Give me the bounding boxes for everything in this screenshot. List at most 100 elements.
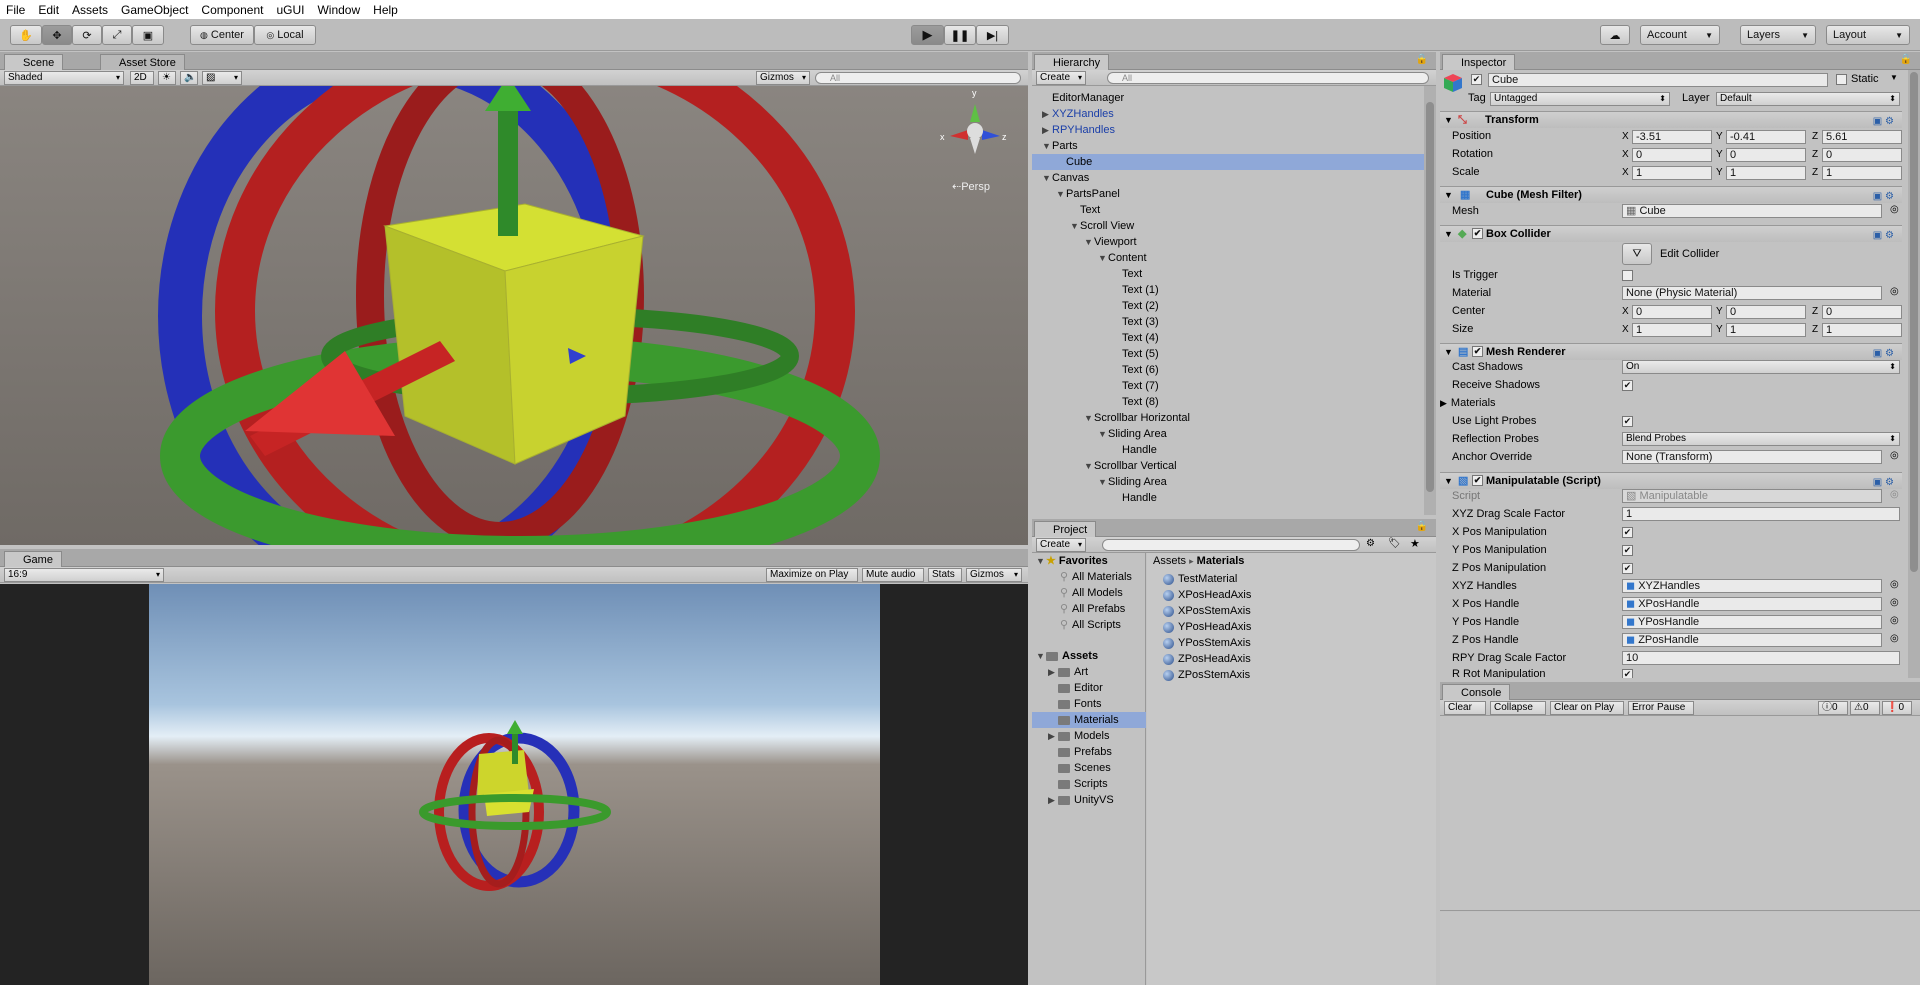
position-y-field[interactable]: -0.41	[1726, 130, 1806, 144]
hierarchy-item[interactable]: ▼Viewport	[1032, 234, 1424, 250]
pause-button[interactable]: ❚❚	[944, 25, 976, 45]
lock-icon[interactable]: 🔒	[1416, 521, 1428, 532]
edit-collider-button[interactable]: ⛛	[1622, 243, 1652, 265]
favorite-item[interactable]: ⚲ All Models	[1032, 585, 1146, 601]
menu-gameobject[interactable]: GameObject	[121, 3, 188, 17]
is-trigger-checkbox[interactable]	[1622, 270, 1633, 281]
foldout-arrow-icon[interactable]: ▼	[1070, 218, 1080, 234]
component-menu-icons[interactable]: ▣ ⚙	[1873, 114, 1894, 130]
size-z-field[interactable]: 1	[1822, 323, 1902, 337]
pivot-local-button[interactable]: ◎ Local	[254, 25, 316, 45]
console-clear-button[interactable]: Clear	[1444, 701, 1486, 715]
project-folder[interactable]: Scripts	[1032, 776, 1146, 792]
material-asset[interactable]: ZPosStemAxis	[1163, 667, 1250, 683]
cloud-button[interactable]: ☁	[1600, 25, 1630, 45]
hierarchy-item[interactable]: ▼Scrollbar Horizontal	[1032, 410, 1424, 426]
tab-console[interactable]: Console	[1442, 684, 1511, 700]
foldout-arrow-icon[interactable]: ▶	[1042, 106, 1052, 122]
position-z-field[interactable]: 5.61	[1822, 130, 1902, 144]
foldout-arrow-icon[interactable]: ▼	[1098, 474, 1108, 490]
scene-gizmos-dropdown[interactable]: Gizmos ▾	[756, 71, 810, 85]
foldout-arrow-icon[interactable]: ▼	[1084, 410, 1094, 426]
hierarchy-item[interactable]: ▶ RPYHandles	[1032, 122, 1424, 138]
scale-z-field[interactable]: 1	[1822, 166, 1902, 180]
inspector-scrollbar[interactable]	[1908, 70, 1920, 678]
object-picker-icon[interactable]: ◎	[1890, 615, 1899, 626]
center-x-field[interactable]: 0	[1632, 305, 1712, 319]
mesh-field[interactable]: ▦ Cube	[1622, 204, 1882, 218]
menu-edit[interactable]: Edit	[38, 3, 59, 17]
box-collider-header[interactable]: ▼ ◆ Box Collider ▣ ⚙	[1440, 225, 1902, 242]
tab-asset-store[interactable]: Asset Store	[100, 54, 185, 70]
breadcrumb-materials[interactable]: Materials	[1197, 555, 1245, 567]
project-folder[interactable]: Materials	[1032, 712, 1146, 728]
project-folder[interactable]: Scenes	[1032, 760, 1146, 776]
project-search-input[interactable]	[1102, 539, 1360, 551]
cast-shadows-dropdown[interactable]: On ⬍	[1622, 360, 1900, 374]
reflection-probes-dropdown[interactable]: Blend Probes ⬍	[1622, 432, 1900, 446]
hierarchy-item[interactable]: ▼Canvas	[1032, 170, 1424, 186]
y-axis-stem[interactable]	[498, 106, 518, 236]
material-asset[interactable]: XPosStemAxis	[1163, 603, 1251, 619]
hierarchy-item[interactable]: Text (3)	[1032, 314, 1424, 330]
hierarchy-item[interactable]: Text	[1032, 266, 1424, 282]
dropdown-arrow-icon[interactable]: ▼	[1890, 73, 1898, 82]
audio-toggle[interactable]: 🔈	[180, 71, 198, 85]
material-asset[interactable]: YPosHeadAxis	[1163, 619, 1251, 635]
hierarchy-search-input[interactable]: All	[1107, 72, 1429, 84]
favorite-item[interactable]: ⚲ All Scripts	[1032, 617, 1146, 633]
material-asset[interactable]: YPosStemAxis	[1163, 635, 1251, 651]
object-picker-icon[interactable]: ◎	[1890, 450, 1899, 461]
scene-orientation-gizmo[interactable]: y x z	[940, 88, 1010, 164]
game-gizmos-dropdown[interactable]: Gizmos ▾	[966, 568, 1022, 582]
console-warning-toggle[interactable]: ⚠0	[1850, 701, 1880, 715]
account-dropdown[interactable]: Account ▼	[1640, 25, 1720, 45]
hierarchy-item[interactable]: Text (2)	[1032, 298, 1424, 314]
menu-file[interactable]: File	[6, 3, 25, 17]
console-detail-area[interactable]	[1440, 912, 1920, 985]
console-clear-on-play-toggle[interactable]: Clear on Play	[1550, 701, 1624, 715]
assets-root[interactable]: ▼ Assets	[1032, 648, 1146, 664]
center-y-field[interactable]: 0	[1726, 305, 1806, 319]
materials-foldout[interactable]: ▶ Materials	[1440, 397, 1496, 409]
tab-hierarchy[interactable]: Hierarchy	[1034, 54, 1110, 70]
component-menu-icons[interactable]: ▣ ⚙	[1873, 228, 1894, 244]
object-picker-icon[interactable]: ◎	[1890, 286, 1899, 297]
console-error-pause-toggle[interactable]: Error Pause	[1628, 701, 1694, 715]
favorite-item[interactable]: ⚲ All Materials	[1032, 569, 1146, 585]
object-picker-icon[interactable]: ◎	[1890, 633, 1899, 644]
tag-dropdown[interactable]: Untagged ⬍	[1490, 92, 1670, 106]
star-icon[interactable]: ★	[1410, 537, 1420, 550]
layers-dropdown[interactable]: Layers ▼	[1740, 25, 1816, 45]
rect-tool-button[interactable]: ▣	[132, 25, 164, 45]
hierarchy-item[interactable]: ▼Content	[1032, 250, 1424, 266]
foldout-arrow-icon[interactable]: ▶	[1048, 728, 1058, 744]
foldout-arrow-icon[interactable]: ▼	[1084, 458, 1094, 474]
mesh-renderer-enabled-checkbox[interactable]	[1472, 346, 1483, 357]
foldout-arrow-icon[interactable]: ▼	[1042, 170, 1052, 186]
favorites-header[interactable]: ▼★ Favorites	[1032, 553, 1146, 569]
hierarchy-item[interactable]: Text	[1032, 202, 1424, 218]
object-picker-icon[interactable]: ◎	[1890, 204, 1899, 215]
rpy-drag-field[interactable]: 10	[1622, 651, 1900, 665]
rotation-z-field[interactable]: 0	[1822, 148, 1902, 162]
object-picker-icon[interactable]: ◎	[1890, 579, 1899, 590]
hierarchy-item[interactable]: ▼Parts	[1032, 138, 1424, 154]
foldout-arrow-icon[interactable]: ▶	[1048, 792, 1058, 808]
hierarchy-item[interactable]: Text (6)	[1032, 362, 1424, 378]
project-folder[interactable]: ▶ Models	[1032, 728, 1146, 744]
foldout-arrow-icon[interactable]: ▼	[1042, 138, 1052, 154]
transform-header[interactable]: ▼ ⤡ Transform ▣ ⚙	[1440, 111, 1902, 128]
move-tool-button[interactable]: ✥	[42, 25, 72, 45]
material-asset[interactable]: ZPosHeadAxis	[1163, 651, 1251, 667]
aspect-dropdown[interactable]: 16:9 ▾	[4, 568, 164, 582]
anchor-override-field[interactable]: None (Transform)	[1622, 450, 1882, 464]
scene-viewport[interactable]: y x z ⇠Persp	[0, 86, 1028, 545]
breadcrumb-assets[interactable]: Assets	[1153, 555, 1186, 567]
tab-inspector[interactable]: Inspector	[1442, 54, 1516, 70]
position-x-field[interactable]: -3.51	[1632, 130, 1712, 144]
lighting-toggle[interactable]: ☀	[158, 71, 176, 85]
inspector-scroll-thumb[interactable]	[1910, 72, 1918, 572]
menu-ugui[interactable]: uGUI	[276, 3, 304, 17]
tab-scene[interactable]: Scene	[4, 54, 64, 70]
